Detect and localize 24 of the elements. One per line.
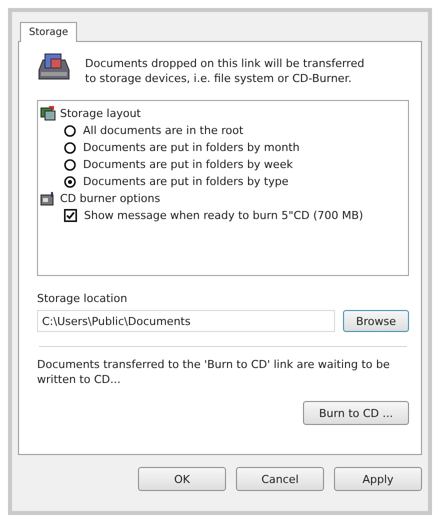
radio-button[interactable]	[64, 124, 76, 136]
option-label: Documents are put in folders by month	[83, 141, 300, 154]
radio-button[interactable]	[64, 158, 76, 170]
radio-button[interactable]	[64, 142, 76, 154]
radio-button[interactable]	[64, 176, 76, 188]
group-label: Storage layout	[60, 107, 141, 120]
option-label: Show message when ready to burn 5"CD (700 MB)	[84, 209, 364, 222]
dialog-button[interactable]: OK	[138, 467, 226, 491]
option-label: Documents are put in folders by type	[83, 175, 289, 188]
tab[interactable]: Storage	[20, 22, 78, 42]
burn-button[interactable]: Burn to CD ...	[303, 401, 409, 425]
burner-icon	[40, 191, 56, 206]
burn-note-text: Documents transferred to the 'Burn to CD' link are waiting to be written to CD...	[37, 357, 391, 387]
option-label: All documents are in the root	[83, 124, 244, 137]
storage-location-label: Storage location	[37, 292, 128, 305]
group-label: CD burner options	[60, 192, 160, 205]
layout-icon	[40, 106, 56, 121]
option-label: Documents are put in folders by week	[83, 158, 293, 171]
dialog-button[interactable]: Cancel	[236, 467, 324, 491]
storage-location-field[interactable]: C:\Users\Public\Documents	[37, 310, 335, 332]
browse-button[interactable]: Browse	[343, 310, 409, 332]
description-text: Documents dropped on this link will be transferred to storage devices, i.e. file system or CD-Burner.	[85, 56, 366, 86]
checkbox[interactable]	[64, 209, 77, 222]
dialog-button[interactable]: Apply	[334, 467, 422, 491]
